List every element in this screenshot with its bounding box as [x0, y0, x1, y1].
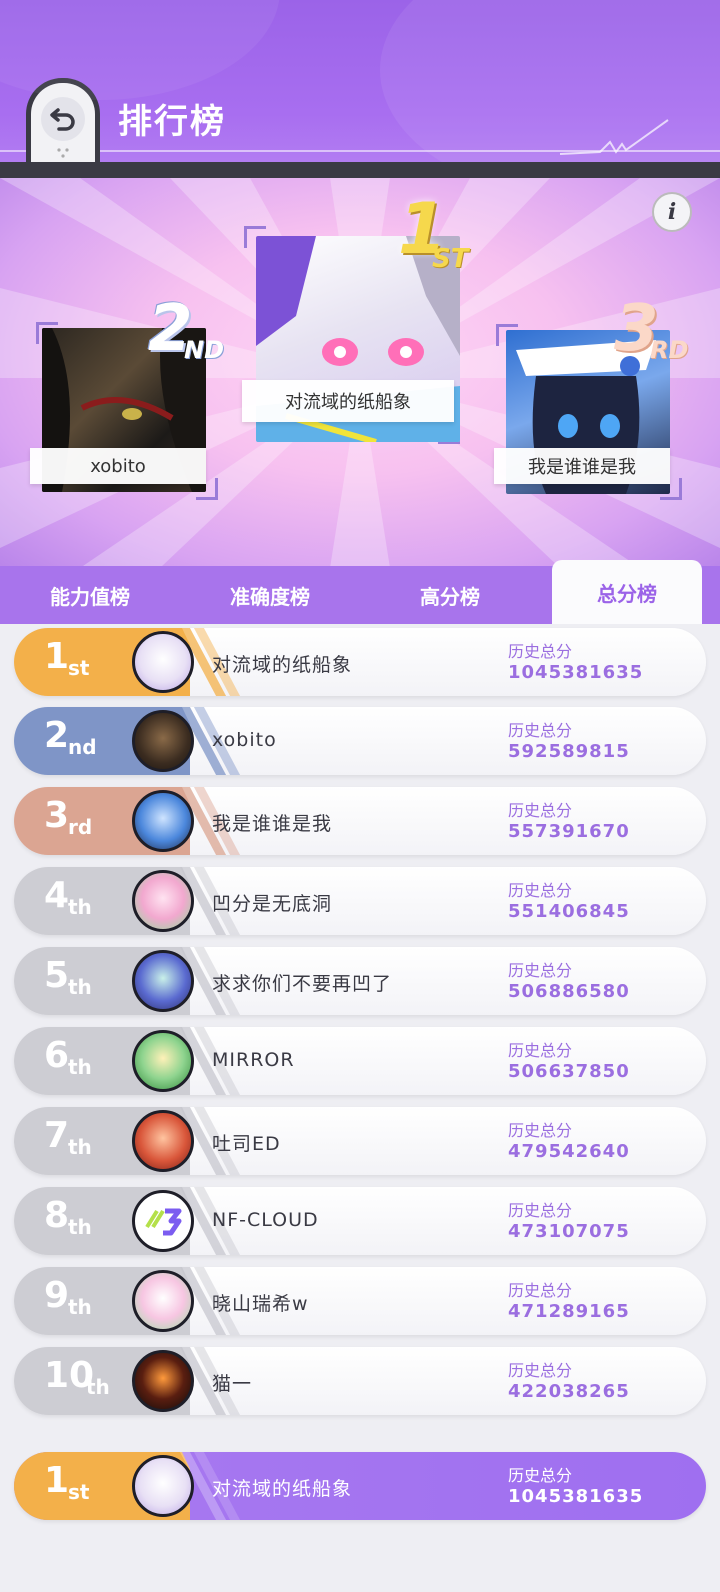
player-name: 对流域的纸船象 — [212, 654, 353, 676]
tab-high-score[interactable]: 高分榜 — [360, 566, 540, 624]
avatar[interactable] — [132, 1110, 194, 1172]
rank-suffix: th — [68, 1135, 92, 1159]
score-value: 592589815 — [508, 741, 630, 762]
score-value: 506637850 — [508, 1061, 630, 1082]
rank-suffix: th — [68, 1295, 92, 1319]
rank-number: 8 — [44, 1195, 70, 1236]
table-row[interactable]: 10th 猫一 历史总分 422038265 — [14, 1347, 706, 1415]
header-bar: 排行榜 — [0, 0, 720, 190]
score-label: 历史总分 — [508, 1121, 573, 1140]
back-arrow-icon[interactable] — [41, 97, 85, 141]
score-label: 历史总分 — [508, 642, 573, 661]
podium-section: i xobito 2 ND 对流域的纸船象 1 ST 我是谁谁是我 3 RD — [0, 178, 720, 568]
my-rank-row[interactable]: 1st 对流域的纸船象 历史总分 1045381635 — [14, 1452, 706, 1520]
score-value: 1045381635 — [508, 1486, 644, 1507]
score-label: 历史总分 — [508, 1041, 573, 1060]
table-row[interactable]: 2nd xobito 历史总分 592589815 — [14, 707, 706, 775]
score-value: 473107075 — [508, 1221, 630, 1242]
avatar[interactable] — [132, 790, 194, 852]
page-title: 排行榜 — [118, 102, 226, 142]
player-name: 对流域的纸船象 — [212, 1478, 353, 1500]
rank-suffix: th — [68, 895, 92, 919]
player-name: NF-CLOUD — [212, 1209, 319, 1231]
second-place-rank-suffix: ND — [184, 336, 225, 364]
score-value: 506886580 — [508, 981, 630, 1002]
table-row[interactable]: 6th MIRROR 历史总分 506637850 — [14, 1027, 706, 1095]
player-name: 猫一 — [212, 1373, 253, 1395]
score-label: 历史总分 — [508, 961, 573, 980]
rank-number: 9 — [44, 1275, 70, 1316]
score-label: 历史总分 — [508, 1361, 573, 1380]
header-bottom-border — [0, 162, 720, 178]
rank-number: 3 — [44, 795, 70, 836]
player-name: xobito — [212, 729, 277, 751]
dots-icon — [57, 148, 69, 158]
score-label: 历史总分 — [508, 801, 573, 820]
score-value: 557391670 — [508, 821, 630, 842]
rank-number: 5 — [44, 955, 70, 996]
score-label: 历史总分 — [508, 721, 573, 740]
tab-ability[interactable]: 能力值榜 — [0, 566, 180, 624]
avatar[interactable] — [132, 950, 194, 1012]
player-name: MIRROR — [212, 1049, 295, 1071]
score-label: 历史总分 — [508, 1466, 573, 1485]
tab-accuracy[interactable]: 准确度榜 — [180, 566, 360, 624]
rank-suffix: th — [68, 1055, 92, 1079]
second-place-name: xobito — [30, 448, 206, 484]
player-name: 凹分是无底洞 — [212, 893, 333, 915]
rank-number: 4 — [44, 875, 70, 916]
avatar[interactable] — [132, 710, 194, 772]
player-name: 我是谁谁是我 — [212, 813, 333, 835]
player-name: 求求你们不要再凹了 — [212, 973, 393, 995]
table-row[interactable]: 4th 凹分是无底洞 历史总分 551406845 — [14, 867, 706, 935]
leaderboard-tabs: 能力值榜 准确度榜 高分榜 总分榜 — [0, 560, 720, 624]
avatar[interactable] — [132, 1270, 194, 1332]
rank-number: 1 — [44, 1460, 70, 1501]
rank-number: 1 — [44, 636, 70, 677]
rank-suffix: nd — [68, 735, 97, 759]
score-value: 1045381635 — [508, 662, 644, 683]
player-name: 晓山瑞希w — [212, 1293, 309, 1315]
rank-suffix: th — [68, 975, 92, 999]
table-row[interactable]: 9th 晓山瑞希w 历史总分 471289165 — [14, 1267, 706, 1335]
player-name: 吐司ED — [212, 1133, 281, 1155]
score-value: 479542640 — [508, 1141, 630, 1162]
score-label: 历史总分 — [508, 881, 573, 900]
info-button[interactable]: i — [652, 192, 692, 232]
avatar[interactable] — [132, 1455, 194, 1517]
table-row[interactable]: 5th 求求你们不要再凹了 历史总分 506886580 — [14, 947, 706, 1015]
avatar[interactable] — [132, 870, 194, 932]
score-value: 471289165 — [508, 1301, 630, 1322]
rank-suffix: st — [68, 1480, 90, 1504]
table-row[interactable]: 7th 吐司ED 历史总分 479542640 — [14, 1107, 706, 1175]
rank-suffix: rd — [68, 815, 93, 839]
table-row[interactable]: 1st 对流域的纸船象 历史总分 1045381635 — [14, 628, 706, 696]
rank-number: 2 — [44, 715, 70, 756]
rank-suffix: th — [86, 1375, 110, 1399]
avatar[interactable] — [132, 1190, 194, 1252]
score-value: 422038265 — [508, 1381, 630, 1402]
rank-suffix: st — [68, 656, 90, 680]
third-place-rank-suffix: RD — [650, 336, 689, 364]
first-place-rank-suffix: ST — [432, 244, 469, 274]
score-label: 历史总分 — [508, 1201, 573, 1220]
table-row[interactable]: 8th NF-CLOUD 历史总分 473107075 — [14, 1187, 706, 1255]
rank-number: 7 — [44, 1115, 70, 1156]
table-row[interactable]: 3rd 我是谁谁是我 历史总分 557391670 — [14, 787, 706, 855]
avatar[interactable] — [132, 631, 194, 693]
first-place-name: 对流域的纸船象 — [242, 380, 454, 422]
score-label: 历史总分 — [508, 1281, 573, 1300]
tab-total-score[interactable]: 总分榜 — [552, 560, 702, 624]
third-place-name: 我是谁谁是我 — [494, 448, 670, 484]
rank-number: 6 — [44, 1035, 70, 1076]
rank-suffix: th — [68, 1215, 92, 1239]
score-value: 551406845 — [508, 901, 630, 922]
header-deco-icon — [560, 119, 669, 155]
avatar[interactable] — [132, 1030, 194, 1092]
avatar[interactable] — [132, 1350, 194, 1412]
